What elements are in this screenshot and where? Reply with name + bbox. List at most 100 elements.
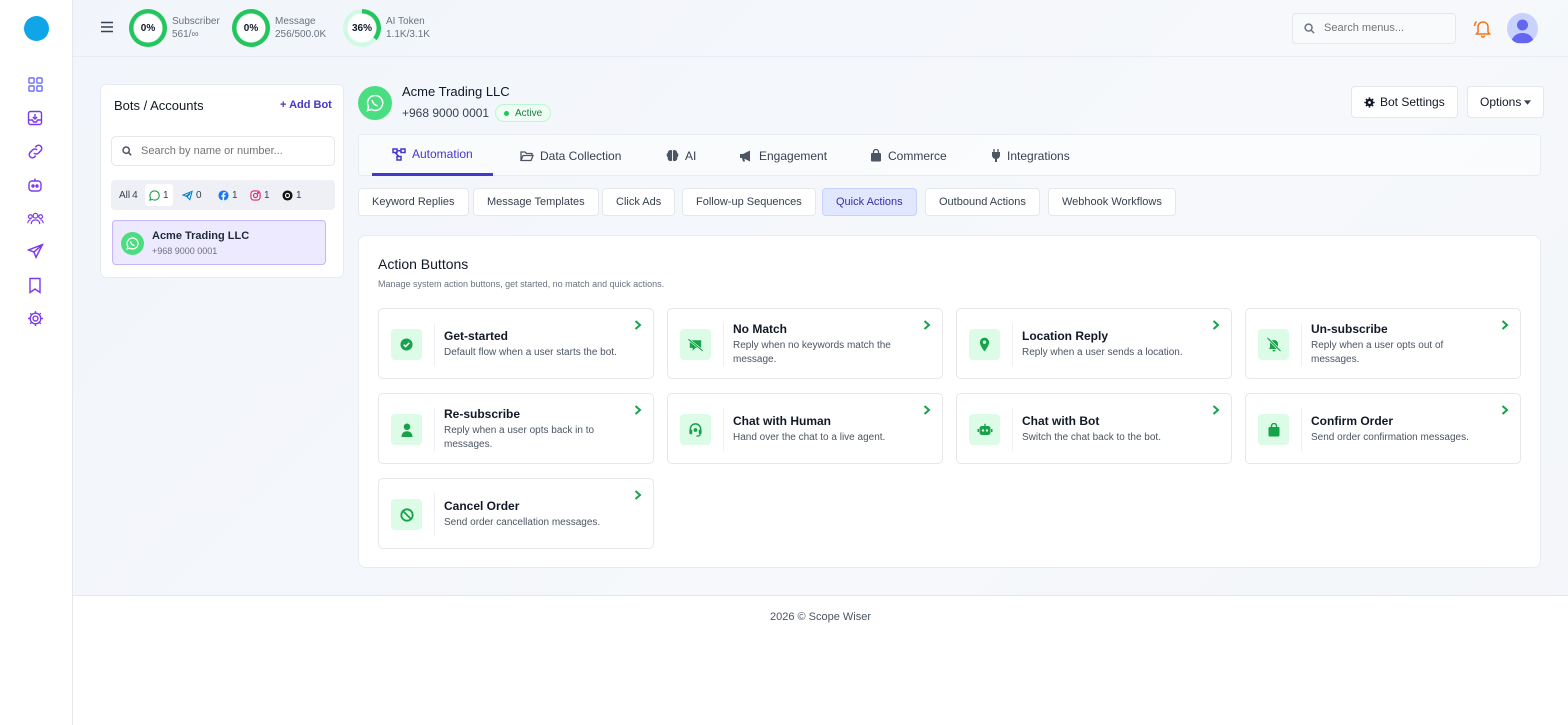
- telegram-icon: [182, 189, 193, 201]
- action-no-match[interactable]: No Match Reply when no keywords match the…: [667, 308, 943, 379]
- robot-icon[interactable]: [25, 175, 45, 195]
- tab-integrations[interactable]: Integrations: [971, 135, 1090, 176]
- subtab-webhook-workflows[interactable]: Webhook Workflows: [1048, 188, 1176, 216]
- subtab-webhook-workflows-label: Webhook Workflows: [1062, 196, 1162, 208]
- bookmark-icon[interactable]: [25, 275, 45, 295]
- subtab-follow-up-sequences[interactable]: Follow-up Sequences: [682, 188, 816, 216]
- search-icon: [122, 146, 132, 156]
- action-desc: Reply when no keywords match the message…: [733, 340, 891, 365]
- users-icon[interactable]: [25, 208, 45, 228]
- action-resubscribe[interactable]: Re-subscribe Reply when a user opts back …: [378, 393, 654, 464]
- subtab-keyword-replies[interactable]: Keyword Replies: [358, 188, 469, 216]
- filter-whatsapp[interactable]: 1: [145, 184, 173, 206]
- subtab-keyword-replies-label: Keyword Replies: [372, 196, 455, 208]
- action-get-started[interactable]: Get-started Default flow when a user star…: [378, 308, 654, 379]
- filter-all-count: 4: [132, 189, 138, 201]
- check-circle-icon: [391, 329, 422, 360]
- subtab-message-templates-label: Message Templates: [487, 196, 585, 208]
- tab-engagement[interactable]: Engagement: [719, 135, 847, 176]
- map-pin-icon: [969, 329, 1000, 360]
- status-badge: Active: [495, 104, 552, 122]
- chevron-right-icon: [634, 320, 642, 330]
- chevron-right-icon: [1501, 320, 1509, 330]
- message-value: 256/500.0K: [275, 29, 327, 40]
- logo[interactable]: [24, 16, 49, 41]
- ai-token-label: AI Token: [386, 16, 425, 27]
- send-icon[interactable]: [25, 241, 45, 261]
- action-chat-with-bot[interactable]: Chat with Bot Switch the chat back to the…: [956, 393, 1232, 464]
- subtab-click-ads[interactable]: Click Ads: [602, 188, 676, 216]
- bell-slash-icon: [1258, 329, 1289, 360]
- avatar[interactable]: [1507, 13, 1538, 44]
- shopping-bag-icon: [871, 149, 881, 162]
- chevron-right-icon: [923, 405, 931, 415]
- action-confirm-order[interactable]: Confirm Order Send order confirmation mes…: [1245, 393, 1521, 464]
- status-dot: [504, 110, 509, 116]
- tab-commerce[interactable]: Commerce: [850, 135, 967, 176]
- robot-icon: [969, 414, 1000, 445]
- action-title: No Match: [733, 322, 787, 336]
- footer-text: 2026 © Scope Wiser: [769, 611, 872, 623]
- subscriber-pct: 0%: [140, 22, 156, 34]
- bell-icon[interactable]: [1473, 18, 1493, 43]
- tab-commerce-label: Commerce: [888, 148, 947, 163]
- tab-data-collection[interactable]: Data Collection: [500, 135, 641, 176]
- action-desc: Send order cancellation messages.: [444, 517, 601, 528]
- grid-icon[interactable]: [25, 74, 45, 94]
- filter-facebook[interactable]: 1: [214, 184, 242, 206]
- bot-phone: +968 9000 0001: [152, 246, 218, 256]
- ai-token-pct: 36%: [351, 22, 372, 34]
- action-desc: Send order confirmation messages.: [1311, 432, 1469, 443]
- footer: 2026 © Scope Wiser: [73, 595, 1568, 725]
- message-label: Message: [275, 16, 316, 27]
- tab-ai[interactable]: AI: [646, 135, 716, 176]
- subtab-outbound-actions[interactable]: Outbound Actions: [925, 188, 1040, 216]
- automation-icon: [392, 147, 406, 161]
- options-dropdown[interactable]: Options: [1467, 86, 1545, 118]
- tab-automation[interactable]: Automation: [372, 135, 493, 176]
- search-icon: [1304, 23, 1315, 34]
- subtab-quick-actions[interactable]: Quick Actions: [822, 188, 917, 216]
- message-stat: 0% Message 256/500.0K: [232, 9, 326, 47]
- ai-token-progress-ring: 36%: [343, 9, 381, 47]
- action-title: Confirm Order: [1311, 414, 1394, 428]
- whatsapp-icon: [358, 86, 392, 120]
- action-title: Get-started: [444, 329, 509, 343]
- action-unsubscribe[interactable]: Un-subscribe Reply when a user opts out o…: [1245, 308, 1521, 379]
- megaphone-icon: [740, 150, 750, 161]
- filter-threads[interactable]: 1: [278, 184, 306, 206]
- sidebar: [0, 0, 73, 725]
- menu-search-input[interactable]: [1324, 22, 1444, 34]
- subtab-outbound-actions-label: Outbound Actions: [939, 196, 1026, 208]
- action-title: Location Reply: [1022, 329, 1109, 343]
- menu-toggle-icon[interactable]: [100, 20, 116, 36]
- options-label: Options: [1480, 95, 1522, 109]
- bot-search-input[interactable]: [141, 145, 321, 157]
- filter-threads-count: 1: [296, 189, 302, 201]
- action-cancel-order[interactable]: Cancel Order Send order cancellation mess…: [378, 478, 654, 549]
- filter-whatsapp-count: 1: [163, 189, 169, 201]
- section-title: Action Buttons: [378, 256, 469, 272]
- link-icon[interactable]: [25, 141, 45, 161]
- gear-icon[interactable]: [25, 308, 45, 328]
- bot-settings-button[interactable]: Bot Settings: [1351, 86, 1458, 118]
- message-pct: 0%: [243, 22, 259, 34]
- tab-ai-label: AI: [685, 148, 697, 163]
- filter-instagram[interactable]: 1: [246, 184, 274, 206]
- whatsapp-icon: [121, 232, 144, 255]
- gear-icon: [1364, 96, 1375, 108]
- add-bot-button[interactable]: + Add Bot: [280, 99, 332, 111]
- ban-icon: [391, 499, 422, 530]
- whatsapp-icon: [149, 189, 160, 201]
- subtab-message-templates[interactable]: Message Templates: [473, 188, 599, 216]
- inbox-icon[interactable]: [25, 108, 45, 128]
- filter-telegram[interactable]: 0: [178, 184, 206, 206]
- subtab-click-ads-label: Click Ads: [616, 196, 662, 208]
- action-chat-with-human[interactable]: Chat with Human Hand over the chat to a l…: [667, 393, 943, 464]
- filter-all-label: All: [119, 189, 131, 201]
- tab-integrations-label: Integrations: [1007, 148, 1070, 163]
- action-location-reply[interactable]: Location Reply Reply when a user sends a …: [956, 308, 1232, 379]
- bot-list-item[interactable]: Acme Trading LLC +968 9000 0001: [112, 220, 326, 265]
- filter-all[interactable]: All 4: [115, 184, 142, 206]
- bots-panel: Bots / Accounts + Add Bot All4 1 0 1 1 1: [100, 84, 344, 278]
